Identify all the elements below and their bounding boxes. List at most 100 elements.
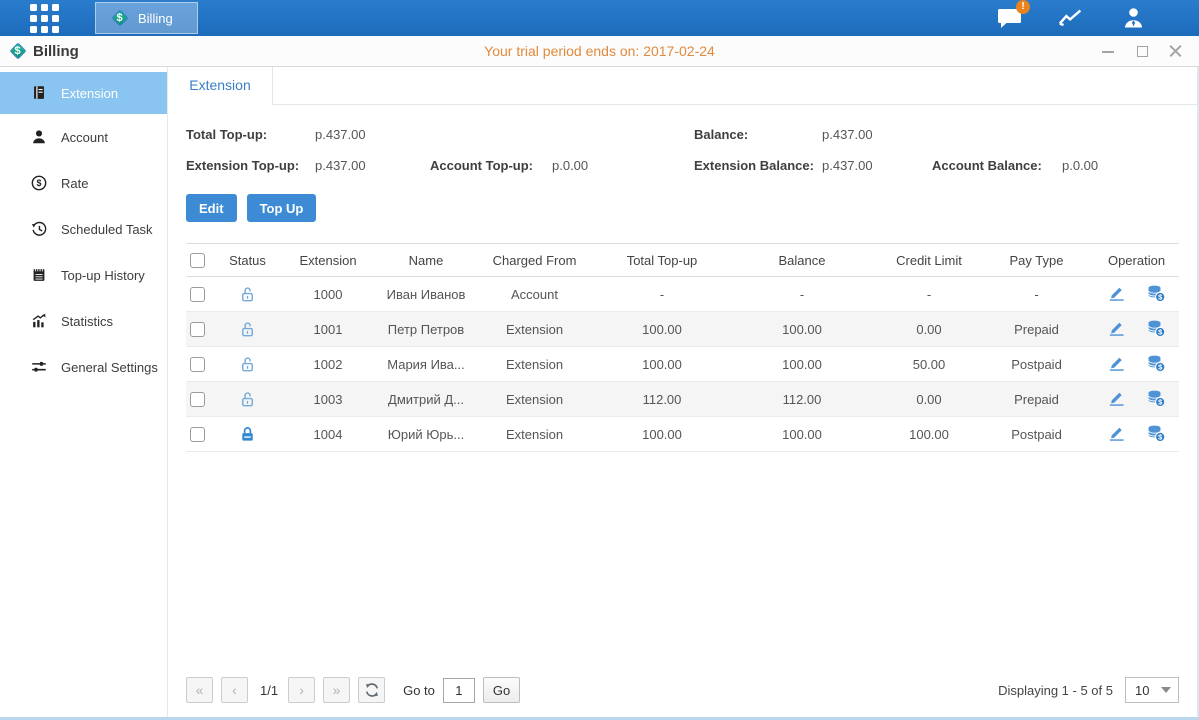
sidebar-item-label: Extension bbox=[61, 86, 118, 101]
next-page-button[interactable]: › bbox=[288, 677, 315, 703]
balance-value: p.437.00 bbox=[822, 127, 932, 142]
monitor-chart-icon[interactable] bbox=[1057, 6, 1085, 30]
status-icon bbox=[238, 320, 257, 335]
cell-balance: 112.00 bbox=[732, 382, 872, 417]
cell-pay-type: Prepaid bbox=[986, 312, 1087, 347]
cell-credit-limit: - bbox=[872, 277, 986, 312]
cell-extension: 1004 bbox=[281, 417, 375, 452]
cell-balance: 100.00 bbox=[732, 417, 872, 452]
cell-total-topup: - bbox=[592, 277, 732, 312]
column-header-charged-from: Charged From bbox=[477, 244, 592, 277]
ledger-icon bbox=[30, 84, 48, 102]
balance-label: Balance: bbox=[694, 127, 822, 142]
column-header-status: Status bbox=[214, 244, 281, 277]
unlocked-icon bbox=[238, 320, 257, 339]
dollar-circle-icon bbox=[30, 174, 48, 192]
maximize-icon[interactable] bbox=[1135, 44, 1149, 58]
sidebar: Extension Account Rate Scheduled Task To… bbox=[0, 67, 168, 719]
table-header-row: Status Extension Name Charged From Total… bbox=[186, 244, 1179, 277]
extension-balance-value: p.437.00 bbox=[822, 158, 932, 173]
extension-topup-value: p.437.00 bbox=[315, 158, 430, 173]
chevron-down-icon bbox=[1161, 687, 1171, 693]
notebook-icon bbox=[30, 266, 48, 284]
locked-icon bbox=[238, 425, 257, 444]
edit-row-icon[interactable] bbox=[1107, 388, 1126, 410]
cell-charged-from: Extension bbox=[477, 347, 592, 382]
sidebar-item-label: Statistics bbox=[61, 314, 113, 329]
select-all-checkbox[interactable] bbox=[190, 253, 205, 268]
top-up-row-icon[interactable] bbox=[1146, 353, 1166, 376]
pagination-bar: « ‹ 1/1 › » Go to Go Displaying 1 - 5 of… bbox=[186, 667, 1179, 713]
cell-credit-limit: 0.00 bbox=[872, 382, 986, 417]
top-up-row-icon[interactable] bbox=[1146, 318, 1166, 341]
status-icon bbox=[238, 390, 257, 405]
sidebar-item-scheduled-task[interactable]: Scheduled Task bbox=[0, 206, 167, 252]
goto-page-input[interactable] bbox=[443, 678, 475, 703]
sidebar-item-statistics[interactable]: Statistics bbox=[0, 298, 167, 344]
unlocked-icon bbox=[238, 285, 257, 304]
taskbar-billing-tab[interactable]: $ Billing bbox=[95, 2, 198, 34]
last-page-button[interactable]: » bbox=[323, 677, 350, 703]
row-checkbox[interactable] bbox=[190, 322, 205, 337]
edit-button[interactable]: Edit bbox=[186, 194, 237, 222]
sidebar-item-label: Top-up History bbox=[61, 268, 145, 283]
minimize-icon[interactable] bbox=[1101, 44, 1115, 58]
person-icon bbox=[30, 128, 48, 146]
top-up-row-icon[interactable] bbox=[1146, 388, 1166, 411]
sidebar-item-label: Account bbox=[61, 130, 108, 145]
extension-table: Status Extension Name Charged From Total… bbox=[186, 243, 1179, 667]
cell-extension: 1002 bbox=[281, 347, 375, 382]
row-checkbox[interactable] bbox=[190, 357, 205, 372]
cell-extension: 1001 bbox=[281, 312, 375, 347]
unlocked-icon bbox=[238, 390, 257, 409]
cell-name: Петр Петров bbox=[375, 312, 477, 347]
status-icon bbox=[238, 285, 257, 300]
go-button[interactable]: Go bbox=[483, 677, 520, 703]
close-icon[interactable] bbox=[1169, 44, 1183, 58]
edit-row-icon[interactable] bbox=[1107, 283, 1126, 305]
cell-charged-from: Extension bbox=[477, 417, 592, 452]
cell-total-topup: 100.00 bbox=[592, 417, 732, 452]
top-up-row-icon[interactable] bbox=[1146, 283, 1166, 306]
page-size-select[interactable]: 10 bbox=[1125, 677, 1179, 703]
sidebar-item-label: Scheduled Task bbox=[61, 222, 153, 237]
sidebar-item-label: General Settings bbox=[61, 360, 158, 375]
cell-extension: 1000 bbox=[281, 277, 375, 312]
cell-pay-type: Postpaid bbox=[986, 417, 1087, 452]
edit-row-icon[interactable] bbox=[1107, 318, 1126, 340]
history-clock-icon bbox=[30, 220, 48, 238]
top-up-button[interactable]: Top Up bbox=[247, 194, 317, 222]
account-balance-value: p.0.00 bbox=[1062, 158, 1199, 173]
edit-row-icon[interactable] bbox=[1107, 353, 1126, 375]
table-row: 1000 Иван Иванов Account - - - - bbox=[186, 277, 1179, 312]
sidebar-item-topup-history[interactable]: Top-up History bbox=[0, 252, 167, 298]
table-row: 1003 Дмитрий Д... Extension 112.00 112.0… bbox=[186, 382, 1179, 417]
edit-row-icon[interactable] bbox=[1107, 423, 1126, 445]
cell-name: Дмитрий Д... bbox=[375, 382, 477, 417]
sidebar-item-extension[interactable]: Extension bbox=[0, 72, 167, 114]
prev-page-button[interactable]: ‹ bbox=[221, 677, 248, 703]
first-page-button[interactable]: « bbox=[186, 677, 213, 703]
sidebar-item-account[interactable]: Account bbox=[0, 114, 167, 160]
sidebar-item-rate[interactable]: Rate bbox=[0, 160, 167, 206]
row-checkbox[interactable] bbox=[190, 392, 205, 407]
table-row: 1004 Юрий Юрь... Extension 100.00 100.00… bbox=[186, 417, 1179, 452]
user-account-icon[interactable] bbox=[1119, 6, 1147, 30]
row-checkbox[interactable] bbox=[190, 287, 205, 302]
messages-icon[interactable]: ! bbox=[995, 6, 1023, 30]
sliders-icon bbox=[30, 358, 48, 376]
account-topup-value: p.0.00 bbox=[552, 158, 694, 173]
column-header-name: Name bbox=[375, 244, 477, 277]
top-up-row-icon[interactable] bbox=[1146, 423, 1166, 446]
tab-extension[interactable]: Extension bbox=[168, 67, 273, 105]
row-checkbox[interactable] bbox=[190, 427, 205, 442]
cell-balance: - bbox=[732, 277, 872, 312]
cell-pay-type: - bbox=[986, 277, 1087, 312]
extension-topup-label: Extension Top-up: bbox=[186, 158, 315, 173]
table-row: 1001 Петр Петров Extension 100.00 100.00… bbox=[186, 312, 1179, 347]
app-launcher-grid-icon[interactable] bbox=[30, 4, 59, 33]
cell-name: Мария Ива... bbox=[375, 347, 477, 382]
cell-pay-type: Prepaid bbox=[986, 382, 1087, 417]
refresh-button[interactable] bbox=[358, 677, 385, 703]
sidebar-item-general-settings[interactable]: General Settings bbox=[0, 344, 167, 390]
